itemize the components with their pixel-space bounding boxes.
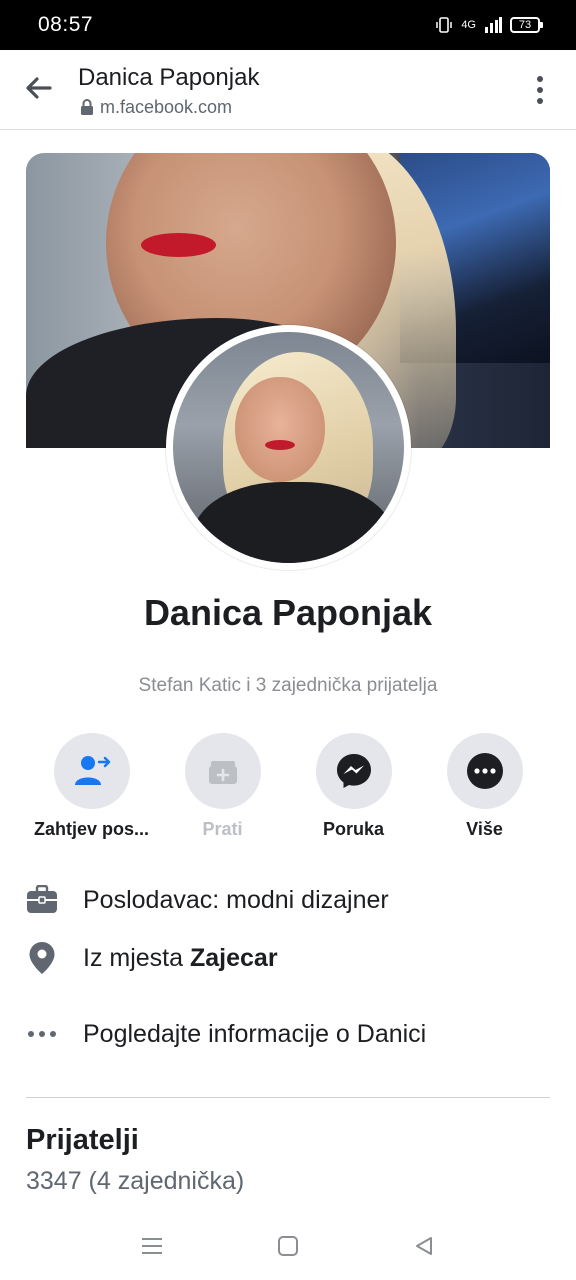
profile-picture[interactable] <box>166 325 411 570</box>
divider <box>26 1097 550 1098</box>
menu-icon <box>142 1238 162 1254</box>
back-button[interactable] <box>411 1233 437 1259</box>
system-nav-bar <box>0 1212 576 1280</box>
about-link-text: Pogledajte informacije o Danici <box>83 1019 427 1048</box>
battery-icon: 73 <box>510 17 543 33</box>
location-city[interactable]: Zajecar <box>190 944 278 972</box>
friends-section-title[interactable]: Prijatelji <box>26 1124 139 1157</box>
more-horizontal-icon <box>28 1031 56 1037</box>
mutual-friends-text[interactable]: Stefan Katic i 3 zajednička prijatelja <box>0 675 576 697</box>
briefcase-icon <box>27 885 57 913</box>
add-friend-button[interactable]: Zahtjev pos... <box>26 733 157 840</box>
messenger-icon <box>336 754 371 788</box>
friends-count: 3347 (4 zajednička) <box>26 1167 245 1195</box>
back-triangle-icon <box>416 1237 432 1255</box>
page-title: Danica Paponjak <box>78 64 260 91</box>
add-friend-icon <box>74 756 110 785</box>
avatar <box>173 332 404 563</box>
profile-actions: Zahtjev pos... Prati Poruka Više <box>26 733 550 840</box>
recents-button[interactable] <box>139 1233 165 1259</box>
browser-toolbar: Danica Paponjak m.facebook.com <box>0 50 576 130</box>
location-pin-icon <box>29 942 55 974</box>
more-icon <box>466 753 503 789</box>
more-button[interactable]: Više <box>419 733 550 840</box>
home-button[interactable] <box>275 1233 301 1259</box>
follow-button[interactable]: Prati <box>157 733 288 840</box>
profile-name: Danica Paponjak <box>143 592 433 633</box>
home-square-icon <box>278 1236 298 1256</box>
status-bar: 08:57 4G 73 <box>0 0 576 50</box>
work-info: Poslodavac: modni dizajner <box>26 884 389 916</box>
url-text: m.facebook.com <box>100 97 233 117</box>
back-arrow-icon[interactable] <box>22 72 54 104</box>
vibrate-icon <box>436 17 453 33</box>
url-row[interactable]: m.facebook.com <box>80 97 232 118</box>
location-info: Iz mjesta Zajecar <box>26 942 278 974</box>
more-label: Više <box>466 819 503 839</box>
network-type: 4G <box>461 19 476 31</box>
about-info-link[interactable]: Pogledajte informacije o Danici <box>26 1018 426 1050</box>
signal-icon <box>485 17 502 33</box>
lock-icon <box>81 99 93 115</box>
message-label: Poruka <box>322 819 385 839</box>
work-text: Poslodavac: modni dizajner <box>83 885 389 914</box>
location-prefix: Iz mjesta <box>83 943 190 972</box>
status-icons: 4G 73 <box>435 16 543 34</box>
message-button[interactable]: Poruka <box>288 733 419 840</box>
add-friend-label: Zahtjev pos... <box>33 819 150 839</box>
follow-icon <box>208 761 237 784</box>
more-options-icon[interactable] <box>534 74 546 106</box>
follow-label: Prati <box>202 819 243 839</box>
status-time: 08:57 <box>38 13 94 36</box>
